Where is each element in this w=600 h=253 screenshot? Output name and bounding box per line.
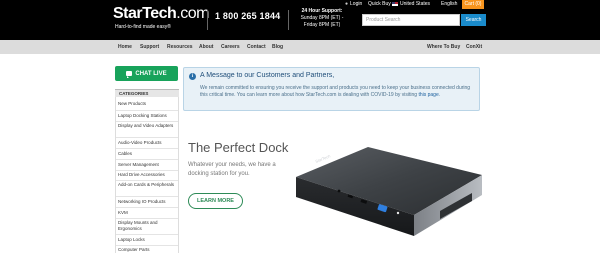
category-item[interactable]: Audio-Video Products	[118, 140, 176, 146]
alert-link[interactable]: this page	[418, 92, 438, 98]
nav-item-resources[interactable]: Resources	[167, 40, 193, 54]
chat-bubble-icon	[126, 71, 133, 78]
login-label: Login	[350, 1, 363, 7]
support-hours-heading: 24 Hour Support:	[301, 8, 343, 14]
logo-wordmark: StarTech.com	[113, 5, 209, 22]
category-divider	[116, 121, 178, 122]
phone-number: 1 800 265 1844	[215, 11, 281, 21]
alert-title: A Message to our Customers and Partners,	[200, 72, 335, 79]
category-divider	[116, 207, 178, 208]
header-divider	[207, 10, 208, 30]
power-led	[396, 211, 400, 215]
dock-brand-label: StarTech	[315, 153, 332, 164]
nav-item-about[interactable]: About	[199, 40, 213, 54]
us-flag-icon	[392, 2, 398, 6]
info-icon: i	[189, 73, 196, 80]
category-item[interactable]: New Products	[118, 101, 176, 107]
quick-buy-link[interactable]: Quick Buy	[368, 0, 391, 8]
category-item[interactable]: Server Management	[118, 162, 176, 168]
category-item[interactable]: Networking IO Products	[118, 199, 176, 205]
country-label: United States	[400, 1, 431, 7]
cart-button[interactable]: Cart (0)	[462, 0, 484, 9]
main-nav: Home Support Resources About Careers Con…	[0, 40, 600, 54]
header-divider	[288, 10, 289, 30]
nav-item-home[interactable]: Home	[118, 40, 132, 54]
category-divider	[116, 148, 178, 149]
category-divider	[116, 234, 178, 235]
support-hours-line: Sunday 8PM (ET) -	[300, 15, 344, 21]
category-item[interactable]: Hard Drive Accessories	[118, 172, 176, 178]
category-divider	[116, 137, 178, 138]
login-link[interactable]: ● Login	[345, 0, 362, 8]
category-divider	[116, 180, 178, 181]
user-icon: ●	[345, 1, 349, 7]
category-divider	[116, 196, 178, 197]
category-item[interactable]: Computer Parts	[118, 247, 176, 253]
category-item[interactable]: Cables	[118, 151, 176, 157]
docking-station-image: StarTech	[296, 147, 482, 236]
nav-item-support[interactable]: Support	[140, 40, 159, 54]
nav-item-contact[interactable]: Contact	[247, 40, 266, 54]
quick-buy-label: Quick Buy	[368, 1, 391, 7]
category-divider	[116, 170, 178, 171]
nav-item-blog[interactable]: Blog	[272, 40, 283, 54]
language-label: English	[441, 1, 458, 7]
search-button[interactable]: Search	[461, 14, 486, 26]
category-item[interactable]: Display and Video Adapters	[118, 123, 176, 129]
category-item[interactable]: Add-on Cards & Peripherals	[118, 182, 176, 188]
alert-body-end: .	[438, 91, 441, 98]
alert-body: We remain committed to ensuring you rece…	[200, 85, 472, 98]
category-divider	[116, 245, 178, 246]
language-selector[interactable]: English	[441, 0, 457, 8]
category-divider	[116, 218, 178, 219]
category-item[interactable]: Laptop Locks	[118, 237, 176, 243]
page: StarTech.com Hard-to-find made easy® 1 8…	[0, 0, 600, 253]
nav-item-conxit[interactable]: ConXit	[466, 40, 482, 54]
site-header: StarTech.com Hard-to-find made easy® 1 8…	[0, 0, 600, 40]
category-divider	[116, 159, 178, 160]
search-input[interactable]: Product Search	[362, 14, 460, 26]
category-divider	[116, 110, 178, 111]
country-selector[interactable]: United States	[392, 0, 430, 8]
category-item[interactable]: Display Mounts and Ergonomics	[118, 220, 176, 231]
startech-logo[interactable]: StarTech.com Hard-to-find made easy®	[113, 5, 209, 31]
categories-heading: CATEGORIES	[115, 89, 179, 97]
covid-message-alert: i A Message to our Customers and Partner…	[183, 67, 480, 111]
nav-item-where-to-buy[interactable]: Where To Buy	[427, 40, 460, 54]
category-item[interactable]: KVM	[118, 210, 176, 216]
chat-live-label: CHAT LIVE	[135, 70, 167, 77]
support-hours-line: Friday 8PM (ET)	[303, 22, 341, 28]
audio-jack	[337, 189, 341, 193]
logo-tagline: Hard-to-find made easy®	[115, 24, 171, 30]
hero-subtitle: Whatever your needs, we have a docking s…	[188, 162, 276, 177]
nav-item-careers[interactable]: Careers	[221, 40, 240, 54]
category-item[interactable]: Laptop Docking Stations	[118, 113, 176, 119]
chat-live-button[interactable]: CHAT LIVE	[115, 66, 178, 81]
learn-more-button[interactable]: LEARN MORE	[188, 193, 243, 209]
support-hours: 24 Hour Support: Sunday 8PM (ET) - Frida…	[295, 8, 349, 29]
hero-title: The Perfect Dock	[188, 140, 289, 155]
